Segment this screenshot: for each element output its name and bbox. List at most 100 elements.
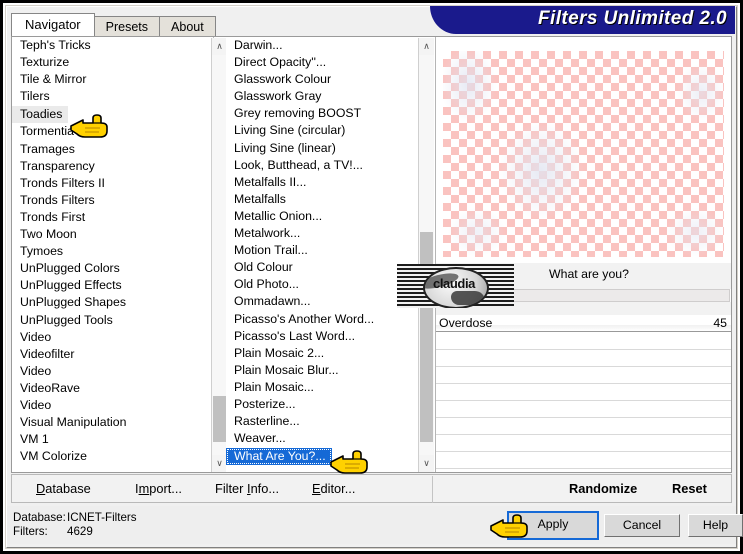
watermark-label: claudia — [433, 276, 475, 291]
list-item[interactable]: UnPlugged Colors — [12, 260, 213, 277]
list-item[interactable]: Tile & Mirror — [12, 71, 213, 88]
list-item[interactable]: Tronds Filters — [12, 192, 213, 209]
status-database-value: ICNET-Filters — [67, 511, 137, 524]
cancel-button[interactable]: Cancel — [604, 514, 680, 537]
list-item[interactable]: Living Sine (circular) — [226, 122, 418, 139]
list-item[interactable]: Living Sine (linear) — [226, 140, 418, 157]
list-item[interactable]: Video — [12, 329, 213, 346]
apply-button[interactable]: Apply — [511, 514, 595, 537]
main-panel: Teph's Tricks Texturize Tile & Mirror Tiler… — [11, 36, 732, 473]
list-item[interactable]: Weaver... — [226, 430, 418, 447]
menu-separator — [432, 476, 433, 503]
list-item[interactable]: Videofilter — [12, 346, 213, 363]
parameter-title: What are you? — [549, 267, 629, 281]
list-item[interactable]: Metalwork... — [226, 225, 418, 242]
empty-row — [436, 435, 731, 452]
bottom-menu-bar: Database Import... Filter Info... Editor… — [11, 474, 732, 503]
list-item[interactable]: Two Moon — [12, 226, 213, 243]
menu-item-database[interactable]: Database — [36, 481, 91, 496]
list-item[interactable]: Glasswork Colour — [226, 71, 418, 88]
status-bar: Database: ICNET-Filters Filters: 4629 Ap… — [7, 506, 743, 544]
scroll-up-icon[interactable]: ∧ — [212, 38, 227, 55]
claudia-watermark: claudia — [397, 264, 514, 308]
list-item[interactable]: Metallic Onion... — [226, 208, 418, 225]
scroll-down-icon[interactable]: ∨ — [212, 455, 227, 472]
tab-about[interactable]: About — [159, 16, 216, 36]
list-item[interactable]: Rasterline... — [226, 413, 418, 430]
scrollbar-track[interactable] — [212, 55, 227, 455]
empty-row — [436, 452, 731, 469]
list-item[interactable]: UnPlugged Shapes — [12, 294, 213, 311]
scrollbar-thumb[interactable] — [213, 396, 226, 442]
list-item[interactable]: Ommadawn... — [226, 293, 418, 310]
menu-item-editor[interactable]: Editor... — [312, 481, 355, 496]
status-filters-value: 4629 — [67, 525, 93, 538]
slider-overdose[interactable]: Overdose 45 — [436, 315, 731, 332]
slider-shadow — [436, 325, 731, 331]
empty-row — [436, 401, 731, 418]
list-item[interactable]: Motion Trail... — [226, 242, 418, 259]
list-item[interactable]: Metalfalls — [226, 191, 418, 208]
list-item[interactable]: Tilers — [12, 88, 213, 105]
filter-preview-image[interactable] — [443, 51, 724, 257]
list-item[interactable]: Tymoes — [12, 243, 213, 260]
list-item[interactable]: Tormentia — [12, 123, 213, 140]
title-banner: Filters Unlimited 2.0 — [430, 6, 735, 34]
list-item[interactable]: UnPlugged Effects — [12, 277, 213, 294]
category-list-scrollbar[interactable]: ∧ ∨ — [211, 38, 227, 472]
empty-row — [436, 384, 731, 401]
status-filters-label: Filters: — [13, 525, 48, 538]
scroll-up-icon[interactable]: ∧ — [419, 38, 434, 55]
preview-haze-overlay — [443, 51, 724, 257]
list-item[interactable]: Glasswork Gray — [226, 88, 418, 105]
filter-category-list[interactable]: Teph's Tricks Texturize Tile & Mirror Tiler… — [12, 37, 214, 472]
list-item[interactable]: Video — [12, 397, 213, 414]
list-item[interactable]: Direct Opacity''... — [226, 54, 418, 71]
list-item[interactable]: Tramages — [12, 141, 213, 158]
list-item[interactable]: VideoRave — [12, 380, 213, 397]
status-database-label: Database: — [13, 511, 66, 524]
list-item[interactable]: What Are You?... — [226, 448, 332, 466]
list-item[interactable]: Posterize... — [226, 396, 418, 413]
empty-row — [436, 333, 731, 350]
list-item[interactable]: Old Photo... — [226, 276, 418, 293]
menu-item-reset[interactable]: Reset — [672, 481, 707, 496]
list-item[interactable]: VM 1 — [12, 431, 213, 448]
tab-strip: Navigator Presets About — [11, 13, 216, 36]
list-item[interactable]: Plain Mosaic Blur... — [226, 362, 418, 379]
filters-unlimited-window: Filters Unlimited 2.0 Navigator Presets Ab… — [0, 0, 743, 554]
list-item[interactable]: Plain Mosaic... — [226, 379, 418, 396]
list-item[interactable]: Old Colour — [226, 259, 418, 276]
empty-row — [436, 367, 731, 384]
list-item[interactable]: Tronds Filters II — [12, 175, 213, 192]
list-item[interactable]: Darwin... — [226, 37, 418, 54]
help-button[interactable]: Help — [688, 514, 743, 537]
empty-row — [436, 418, 731, 435]
filter-effect-list[interactable]: Darwin... Direct Opacity''... Glasswork Co… — [226, 37, 418, 472]
list-item[interactable]: Texturize — [12, 54, 213, 71]
menu-item-import[interactable]: Import... — [135, 481, 182, 496]
list-item[interactable]: Video — [12, 363, 213, 380]
scroll-down-icon[interactable]: ∨ — [419, 455, 434, 472]
list-item[interactable]: Picasso's Another Word... — [226, 311, 418, 328]
list-item[interactable]: Transparency — [12, 158, 213, 175]
list-item[interactable]: Look, Butthead, a TV!... — [226, 157, 418, 174]
list-item[interactable]: VM Colorize — [12, 448, 213, 465]
app-title: Filters Unlimited 2.0 — [538, 8, 727, 29]
list-item[interactable]: Metalfalls II... — [226, 174, 418, 191]
tab-presets[interactable]: Presets — [93, 16, 161, 36]
list-item[interactable]: Plain Mosaic 2... — [226, 345, 418, 362]
list-item[interactable]: Teph's Tricks — [12, 37, 213, 54]
list-item[interactable]: Picasso's Last Word... — [226, 328, 418, 345]
preview-pane: What are you? Overdose 45 — [436, 37, 731, 472]
list-item[interactable]: UnPlugged Tools — [12, 312, 213, 329]
tab-navigator[interactable]: Navigator — [11, 13, 95, 36]
menu-item-filter-info[interactable]: Filter Info... — [215, 481, 279, 496]
effect-list-scrollbar[interactable]: ∧ ∨ — [418, 38, 434, 472]
menu-item-randomize[interactable]: Randomize — [569, 481, 637, 496]
list-item[interactable]: Grey removing BOOST — [226, 105, 418, 122]
list-item[interactable]: Toadies — [12, 106, 69, 124]
empty-row — [436, 350, 731, 367]
list-item[interactable]: Visual Manipulation — [12, 414, 213, 431]
list-item[interactable]: Tronds First — [12, 209, 213, 226]
